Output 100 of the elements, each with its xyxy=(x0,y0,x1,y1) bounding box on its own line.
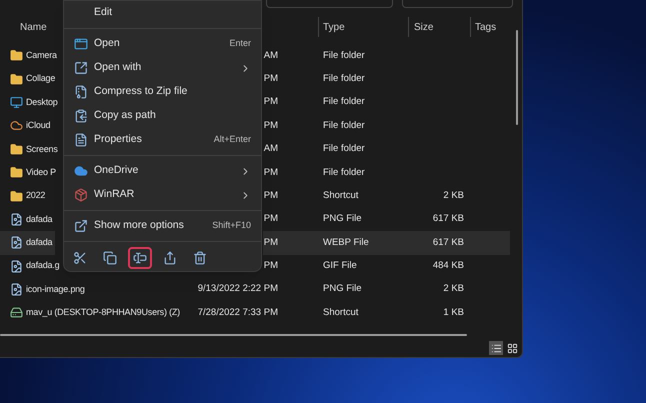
menu-item[interactable]: Copy as path xyxy=(64,104,261,128)
details-view-button[interactable] xyxy=(489,341,503,355)
date-modified: 9/13/2022 2:22 PM xyxy=(196,282,278,296)
tiles-view-button[interactable] xyxy=(505,341,519,355)
menu-item[interactable]: Open with xyxy=(64,56,261,80)
file-details-cell[interactable]: PM Shortcut 2 KB xyxy=(262,184,510,208)
vertical-scrollbar[interactable] xyxy=(516,30,518,125)
file-name-cell[interactable]: Video P xyxy=(0,160,59,184)
file-details-cell[interactable]: PM PNG File 617 KB xyxy=(262,208,510,232)
folder-icon xyxy=(10,49,23,62)
rename-icon xyxy=(133,251,147,265)
file-name: Camera xyxy=(26,48,57,62)
menu-item[interactable]: Open Enter xyxy=(64,32,261,56)
file-size: 484 KB xyxy=(432,260,464,272)
file-details-cell[interactable]: PM File folder xyxy=(262,67,510,91)
date-modified: PM xyxy=(262,259,278,274)
file-details-cell[interactable]: PM File folder xyxy=(262,160,510,184)
horizontal-scrollbar[interactable] xyxy=(0,334,467,336)
file-name: iCloud xyxy=(26,119,50,132)
menu-item-label: WinRAR xyxy=(94,187,136,202)
file-name-cell[interactable]: Desktop xyxy=(0,90,61,114)
column-header[interactable]: Size xyxy=(408,17,470,37)
folder-icon xyxy=(10,166,23,180)
menu-item-label: OneDrive xyxy=(94,163,140,178)
file-details-cell[interactable]: 7/28/2022 7:33 PM Shortcut 1 KB xyxy=(196,301,510,325)
rename-button[interactable] xyxy=(128,247,152,269)
folder-icon xyxy=(10,72,23,86)
file-name-cell[interactable]: 2022 xyxy=(0,184,48,208)
date-modified: AM xyxy=(262,48,278,63)
monitor-icon xyxy=(10,96,23,109)
image-file-icon xyxy=(10,236,23,250)
file-type: WEBP File xyxy=(323,236,369,248)
file-name-cell[interactable]: iCloud xyxy=(0,114,54,138)
file-type: File folder xyxy=(323,166,365,178)
file-size: 1 KB xyxy=(443,306,464,318)
file-name: dafada xyxy=(26,236,52,250)
copy-icon xyxy=(103,251,117,265)
file-name: mav_u (DESKTOP-8PHHAN9Users) (Z) xyxy=(26,306,180,320)
menu-item-label: Compress to Zip file xyxy=(94,84,188,100)
menu-item[interactable]: Properties Alt+Enter xyxy=(64,128,261,152)
file-size: 617 KB xyxy=(432,236,464,248)
file-name-cell[interactable]: dafada.g xyxy=(0,254,62,278)
file-type: Shortcut xyxy=(323,306,358,318)
file-details-cell[interactable]: PM WEBP File 617 KB xyxy=(262,231,510,255)
shortcut-text: Alt+Enter xyxy=(214,133,251,146)
tiles-icon xyxy=(506,342,518,354)
menu-item-label: Properties xyxy=(94,132,143,148)
file-name-cell[interactable]: icon-image.png xyxy=(0,278,88,302)
image-file-icon xyxy=(10,283,23,296)
menu-item[interactable]: Compress to Zip file xyxy=(64,80,261,104)
menu-item[interactable]: Edit xyxy=(64,1,261,25)
file-size: 2 KB xyxy=(443,190,464,201)
menu-item-label: Edit xyxy=(94,5,114,20)
drive-icon xyxy=(10,306,23,320)
file-name-cell[interactable]: Screens xyxy=(0,138,61,161)
properties-icon xyxy=(74,133,88,147)
file-details-cell[interactable]: AM File folder xyxy=(262,138,510,161)
file-type: File folder xyxy=(323,120,365,131)
menu-item[interactable]: OneDrive xyxy=(64,159,261,183)
file-name: Collage xyxy=(26,72,56,86)
file-size: 617 KB xyxy=(432,213,464,224)
file-type: File folder xyxy=(323,72,365,84)
file-name: Screens xyxy=(26,142,58,156)
archive-icon xyxy=(74,85,88,99)
file-name-cell[interactable]: Camera xyxy=(0,44,60,68)
delete-icon xyxy=(193,251,207,265)
date-modified: PM xyxy=(262,95,278,110)
menu-item-label: Copy as path xyxy=(94,108,157,124)
menu-item[interactable]: WinRAR xyxy=(64,183,261,207)
menu-item-label: Open with xyxy=(94,60,142,76)
date-modified: PM xyxy=(262,72,278,86)
file-name-cell[interactable]: dafada xyxy=(0,231,56,255)
file-name: dafada.g xyxy=(26,259,60,272)
date-modified: PM xyxy=(262,212,278,226)
column-header[interactable]: Tags xyxy=(470,17,510,37)
file-name-cell[interactable]: Collage xyxy=(0,67,58,91)
file-details-cell[interactable]: PM GIF File 484 KB xyxy=(262,254,510,278)
file-name-cell[interactable]: mav_u (DESKTOP-8PHHAN9Users) (Z) xyxy=(0,301,183,325)
file-details-cell[interactable]: PM File folder xyxy=(262,90,510,114)
address-field[interactable] xyxy=(266,0,393,8)
date-modified: PM xyxy=(262,236,278,250)
file-type: File folder xyxy=(323,50,365,61)
folder-icon xyxy=(10,190,23,203)
file-details-cell[interactable]: AM File folder xyxy=(262,44,510,68)
column-header[interactable]: Type xyxy=(318,17,408,37)
cut-icon xyxy=(73,251,87,265)
window-icon xyxy=(74,37,88,51)
folder-icon xyxy=(10,142,23,156)
file-type: File folder xyxy=(323,143,365,154)
file-details-cell[interactable]: 9/13/2022 2:22 PM PNG File 2 KB xyxy=(196,278,510,302)
date-modified: 7/28/2022 7:33 PM xyxy=(196,306,278,320)
search-field[interactable] xyxy=(402,0,513,8)
shortcut-text: Shift+F10 xyxy=(212,219,251,232)
package-icon xyxy=(74,188,88,202)
file-name: icon-image.png xyxy=(26,282,85,296)
date-modified: PM xyxy=(262,118,278,133)
clipboard-icon xyxy=(74,109,88,123)
file-name-cell[interactable]: dafada xyxy=(0,208,56,232)
file-details-cell[interactable]: PM File folder xyxy=(262,114,510,138)
menu-item[interactable]: Show more options Shift+F10 xyxy=(64,214,261,238)
